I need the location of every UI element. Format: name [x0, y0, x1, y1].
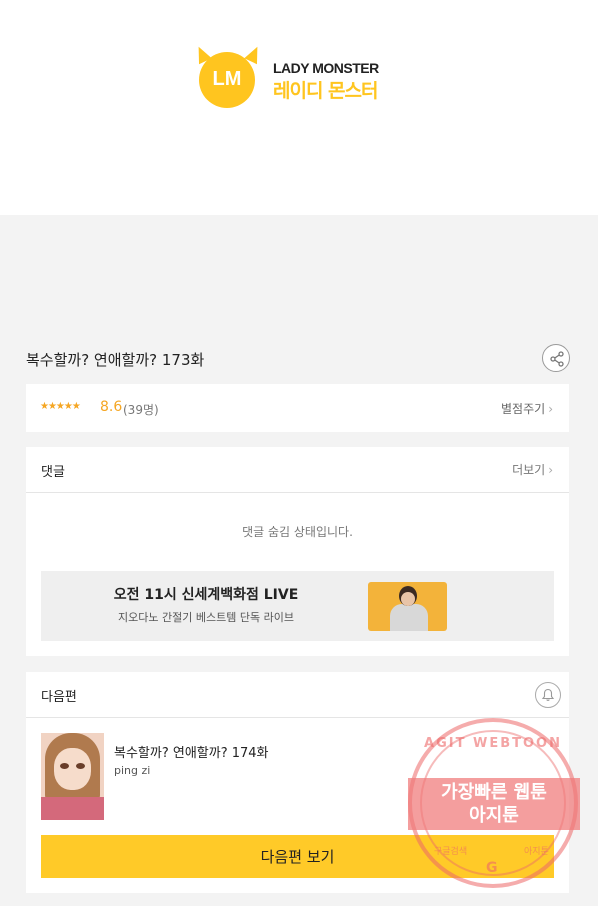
thumb-eye-right: [76, 763, 85, 769]
rate-label: 별점주기: [501, 402, 546, 416]
share-icon: [550, 351, 564, 367]
rate-button[interactable]: 별점주기 ›: [501, 400, 553, 417]
episode-title: 복수할까? 연애할까? 173화: [26, 351, 205, 369]
top-banner-area: LM LADY MONSTER 레이디 몬스터: [0, 0, 598, 215]
logo-mark: LM: [212, 68, 242, 90]
ad-subtitle: 지오다노 간절기 베스트템 단독 라이브: [118, 611, 294, 624]
ad-thumbnail: [368, 582, 447, 631]
next-episode-section-title: 다음편: [41, 690, 77, 705]
ad-banner[interactable]: 오전 11시 신세계백화점 LIVE 지오다노 간절기 베스트템 단독 라이브: [41, 571, 554, 641]
thumb-face: [54, 748, 91, 790]
comments-header: 댓글 더보기 ›: [26, 447, 569, 493]
bell-icon: [541, 688, 555, 701]
share-button[interactable]: [542, 344, 570, 372]
next-episode-author: ping zi: [114, 764, 151, 777]
episode-title-row: 복수할까? 연애할까? 173화: [26, 344, 572, 374]
rating-stars: ★★★★★: [40, 401, 81, 412]
ad-figure-body: [390, 604, 428, 631]
lady-monster-logo[interactable]: LM LADY MONSTER 레이디 몬스터: [192, 43, 395, 110]
chevron-right-icon: ›: [548, 402, 553, 416]
next-episode-thumbnail[interactable]: [41, 733, 104, 820]
logo-name-ko: 레이디 몬스터: [273, 80, 378, 102]
notify-button[interactable]: [535, 682, 561, 708]
comments-more-button[interactable]: 더보기 ›: [512, 461, 553, 478]
next-episode-header: 다음편: [26, 672, 569, 718]
comments-card: 댓글 더보기 › 댓글 숨김 상태입니다. 오전 11시 신세계백화점 LIVE …: [26, 447, 569, 656]
comments-hidden-message: 댓글 숨김 상태입니다.: [242, 525, 353, 539]
more-label: 더보기: [512, 463, 546, 477]
thumb-eye-left: [60, 763, 69, 769]
next-episode-card: 다음편 복수할까? 연애할까? 174화 ping zi 다음편 보기: [26, 672, 569, 893]
rating-score: 8.6: [100, 399, 123, 415]
next-episode-button[interactable]: 다음편 보기: [41, 835, 554, 878]
thumb-shirt: [41, 797, 104, 820]
ad-figure-face: [401, 592, 415, 606]
comments-title: 댓글: [41, 465, 65, 480]
chevron-right-icon: ›: [548, 463, 553, 477]
rating-card: ★★★★★ 8.6 (39명) 별점주기 ›: [26, 384, 569, 432]
next-episode-title[interactable]: 복수할까? 연애할까? 174화: [114, 742, 269, 761]
rating-count: (39명): [123, 403, 159, 417]
ad-title: 오전 11시 신세계백화점 LIVE: [113, 587, 299, 603]
logo-name-en: LADY MONSTER: [273, 60, 379, 76]
